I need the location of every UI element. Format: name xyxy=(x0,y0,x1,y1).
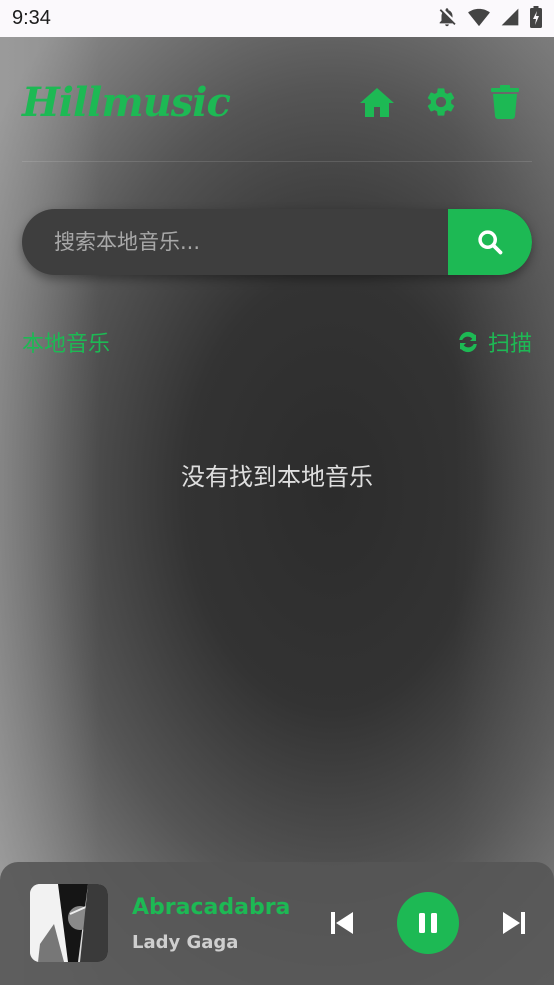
search-bar xyxy=(22,209,532,275)
mini-player: Abracadabra Lady Gaga xyxy=(0,862,554,985)
trash-icon xyxy=(491,85,519,119)
signal-icon xyxy=(500,7,520,31)
local-music-header: 本地音乐 扫描 xyxy=(22,325,532,359)
album-cover-image xyxy=(30,884,108,962)
status-icons xyxy=(436,5,542,32)
section-title: 本地音乐 xyxy=(22,332,111,357)
wifi-icon xyxy=(468,7,490,31)
settings-icon xyxy=(427,88,455,116)
status-bar: 9:34 xyxy=(0,0,554,37)
header-actions xyxy=(358,83,524,121)
album-art[interactable] xyxy=(30,884,108,962)
app-logo: Hillmusic xyxy=(22,78,231,126)
home-button[interactable] xyxy=(358,83,396,121)
scan-label: 扫描 xyxy=(487,332,532,357)
skip-previous-icon xyxy=(331,912,353,934)
notifications-off-icon xyxy=(436,6,458,32)
battery-charging-icon xyxy=(530,5,542,32)
app-screen: Hillmusic 本地音乐 扫描 没有找到本地音乐 xyxy=(0,37,554,985)
pause-icon xyxy=(419,913,437,933)
track-artist: Lady Gaga xyxy=(132,932,239,953)
empty-state-message: 没有找到本地音乐 xyxy=(181,463,373,491)
track-title: Abracadabra xyxy=(132,895,291,920)
settings-button[interactable] xyxy=(422,83,460,121)
search-button[interactable] xyxy=(448,209,532,275)
refresh-icon xyxy=(459,331,477,353)
scan-button[interactable]: 扫描 xyxy=(456,326,532,358)
search-icon xyxy=(478,230,503,255)
play-pause-button[interactable] xyxy=(397,892,459,954)
search-input[interactable] xyxy=(22,209,448,275)
delete-button[interactable] xyxy=(486,83,524,121)
skip-next-icon xyxy=(503,912,525,934)
header-divider xyxy=(22,161,532,162)
home-icon xyxy=(360,88,394,117)
next-button[interactable] xyxy=(498,906,530,940)
previous-button[interactable] xyxy=(326,906,358,940)
app-header: Hillmusic xyxy=(22,67,532,137)
status-time: 9:34 xyxy=(12,7,51,29)
